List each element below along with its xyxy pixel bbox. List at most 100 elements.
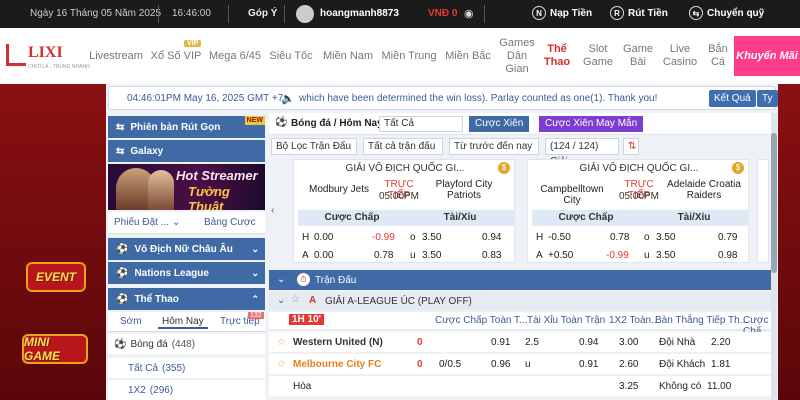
- nav-game-bai[interactable]: Game Bài: [620, 28, 656, 84]
- main-header: ⚽ Bóng đá / Hôm Nay Tất Cả Cược Xiên Cượ…: [269, 113, 771, 135]
- league-row[interactable]: ⌄ ☆ A GIẢI A-LEAGUE ÚC (PLAY OFF): [269, 292, 771, 310]
- parlay-button[interactable]: Cược Xiên: [469, 116, 530, 132]
- nav-mien-trung[interactable]: Miền Trung: [380, 28, 438, 84]
- star-icon[interactable]: ☆: [291, 294, 300, 305]
- tab-today[interactable]: Hôm Nay: [158, 316, 208, 329]
- nav-mega[interactable]: Mega 6/45: [208, 28, 262, 84]
- star-icon[interactable]: ☆: [277, 337, 286, 348]
- x-draw-odds[interactable]: 3.25: [619, 381, 638, 392]
- main-nav: LIXI CHƠI LÀ - TRÚNG NHANH Livestream Xổ…: [0, 28, 800, 84]
- odds-line: 3.50: [422, 250, 442, 261]
- chevron-down-icon[interactable]: ⌄: [172, 217, 180, 228]
- deposit-icon: N: [532, 6, 546, 20]
- feedback-link[interactable]: Góp Ý: [248, 8, 277, 19]
- promo-button[interactable]: Khuyến Mãi: [734, 36, 800, 76]
- featured-match-card[interactable]: GIẢI VÔ ĐỊCH QUỐC GI... $ Campbelltown C…: [527, 159, 749, 263]
- odds-price[interactable]: -0.99: [372, 230, 395, 246]
- tab-odds-table[interactable]: Bảng Cược: [204, 217, 256, 228]
- eye-icon[interactable]: ◉: [464, 7, 474, 20]
- odds-price[interactable]: 0.83: [482, 248, 501, 264]
- ticker-datetime: 04:46:01PM May 16, 2025 GMT +7: [127, 93, 284, 104]
- nav-mien-bac[interactable]: Miền Bắc: [442, 28, 494, 84]
- soccer-ball-icon: ⚽: [116, 243, 129, 255]
- filter-all-select[interactable]: Tất Cả: [379, 116, 463, 132]
- next-goal-none-odds[interactable]: 11.00: [707, 381, 731, 392]
- mini-game-banner[interactable]: MINI GAME: [22, 334, 88, 364]
- nav-slot-game[interactable]: Slot Game: [580, 28, 616, 84]
- match-filter-select[interactable]: Bộ Lọc Trận Đấu: [271, 138, 357, 155]
- divider: [228, 5, 229, 23]
- x-home-odds[interactable]: 3.00: [619, 337, 638, 348]
- nav-ban-ca[interactable]: Bắn Cá: [704, 28, 732, 84]
- soccer-ball-icon: ⚽: [114, 338, 127, 350]
- streamer-banner[interactable]: Hot Streamer Tường Thuật: [108, 164, 265, 210]
- odds-price[interactable]: 0.94: [482, 230, 501, 246]
- deposit-button[interactable]: N Nạp Tiền: [532, 6, 592, 20]
- hdp-away-odds[interactable]: 0.96: [491, 359, 510, 370]
- card-market-header: Cược Chấp: [532, 210, 640, 226]
- nav-sieu-toc[interactable]: Siêu Tốc: [266, 28, 316, 84]
- x-away-odds[interactable]: 2.60: [619, 359, 638, 370]
- odds-price[interactable]: -0.99: [606, 248, 629, 264]
- tab-early[interactable]: Sớm: [120, 316, 142, 327]
- carousel-prev-icon[interactable]: ‹: [271, 205, 274, 216]
- away-score: 0: [417, 359, 423, 370]
- galaxy-button[interactable]: ⇆ Galaxy: [108, 140, 265, 162]
- sport-all[interactable]: Tất Cả (355): [108, 358, 265, 378]
- release-notes-button[interactable]: ⇆ Phiên bản Rút Gọn NEW: [108, 116, 265, 138]
- withdraw-icon: R: [610, 6, 624, 20]
- star-icon[interactable]: ☆: [277, 359, 286, 370]
- away-team: Melbourne City FC: [293, 359, 382, 370]
- card-home-team: Modbury Jets: [308, 184, 370, 195]
- scrollbar-thumb[interactable]: [771, 133, 777, 273]
- hdp-home-odds[interactable]: 0.91: [491, 337, 510, 348]
- scrollbar[interactable]: [771, 113, 777, 400]
- sport-1x2[interactable]: 1X2 (296): [108, 380, 265, 400]
- tab-bet-slip[interactable]: Phiếu Đặt ...: [114, 217, 169, 228]
- extra-button[interactable]: Ty: [757, 90, 778, 107]
- card-market-header: Tài/Xỉu: [640, 210, 748, 226]
- new-badge: NEW: [244, 116, 265, 125]
- featured-match-card[interactable]: GIẢI VÔ ĐỊCH QUỐC GI... $ Modbury Jets T…: [293, 159, 515, 263]
- logo[interactable]: LIXI CHƠI LÀ - TRÚNG NHANH: [6, 42, 92, 72]
- next-card-peek[interactable]: [757, 159, 769, 263]
- sport-football[interactable]: ⚽ Bóng đá (448): [108, 334, 265, 354]
- league-count-select[interactable]: (124 / 124) Giải: [545, 138, 619, 167]
- all-matches-select[interactable]: Tất cả trận đấu: [363, 138, 443, 155]
- sidebar-item-cup[interactable]: ⚽ Vô Địch Nữ Châu Âu ⌄: [108, 238, 265, 260]
- card-league: GIẢI VÔ ĐỊCH QUỐC GI...: [345, 163, 465, 174]
- ou-under-odds[interactable]: 0.91: [579, 359, 598, 370]
- nav-live-casino[interactable]: Live Casino: [660, 28, 700, 84]
- odds-side: A: [302, 250, 309, 261]
- next-goal-home-odds[interactable]: 2.20: [711, 337, 730, 348]
- nav-livestream[interactable]: Livestream: [88, 28, 144, 84]
- sidebar-item-sports[interactable]: ⚽ Thể Thao ⌃: [108, 288, 265, 310]
- section-header[interactable]: ⌄ ⏱ Trận Đấu: [269, 270, 771, 290]
- table-row: ☆ Western United (N) 0 0.91 2.5 0.94 3.0…: [269, 332, 771, 353]
- speaker-icon: 🔈: [281, 93, 295, 105]
- sidebar-item-nations[interactable]: ⚽ Nations League ⌄: [108, 262, 265, 284]
- withdraw-button[interactable]: R Rút Tiền: [610, 6, 668, 20]
- username[interactable]: hoangmanh8873: [320, 8, 399, 19]
- logo-mark: [6, 44, 26, 66]
- card-kickoff: 05:00PM: [618, 191, 660, 202]
- odds-price[interactable]: 0.78: [374, 248, 393, 264]
- odds-price[interactable]: 0.98: [718, 248, 737, 264]
- nav-mien-nam[interactable]: Miền Nam: [320, 28, 376, 84]
- avatar[interactable]: [296, 5, 314, 23]
- time-range-select[interactable]: Từ trước đến nay: [449, 138, 539, 155]
- odds-price[interactable]: 0.79: [718, 230, 737, 246]
- sort-icon[interactable]: ⇅: [623, 138, 639, 155]
- ou-over-odds[interactable]: 0.94: [579, 337, 598, 348]
- lucky-parlay-button[interactable]: Cược Xiên May Mắn: [539, 116, 644, 132]
- result-button[interactable]: Kết Quả: [709, 90, 756, 107]
- sport-football-label: Bóng đá: [130, 338, 168, 350]
- transfer-button[interactable]: ⇆ Chuyển quỹ: [689, 6, 764, 20]
- nav-xoso-vip[interactable]: Xổ Số VIP: [148, 28, 204, 84]
- event-banner[interactable]: EVENT: [26, 262, 86, 292]
- nav-games-dan-gian[interactable]: Games Dân Gian: [498, 28, 536, 84]
- odds-price[interactable]: 0.78: [610, 230, 629, 246]
- nav-the-thao[interactable]: Thể Thao: [540, 28, 574, 84]
- odds-side: o: [410, 232, 416, 243]
- next-goal-away-odds[interactable]: 1.81: [711, 359, 730, 370]
